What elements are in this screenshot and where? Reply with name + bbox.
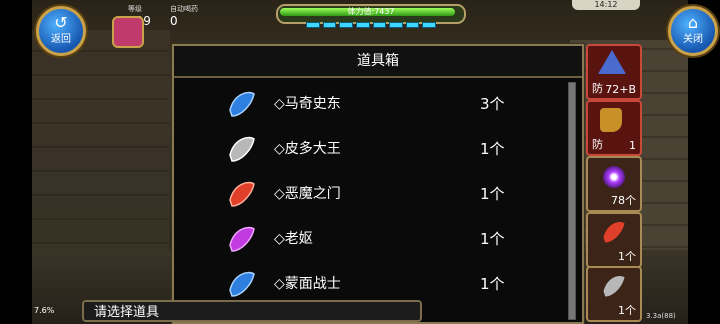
list-item[interactable]: ◇皮多大王 1个 — [186, 127, 566, 172]
auto-potion-display: 自动喝药 0 — [170, 5, 198, 28]
select-item-prompt: 请选择道具 — [82, 300, 422, 322]
home-icon: ⌂ — [687, 13, 699, 32]
boot-icon — [600, 108, 622, 132]
blue-gem-icon — [229, 91, 255, 117]
list-item[interactable]: ◇老妪 1个 — [186, 217, 566, 262]
wizard-hat-icon — [598, 50, 626, 74]
gift-icon[interactable] — [112, 16, 144, 48]
equip-slot-hat[interactable]: 防 72+B — [586, 44, 642, 100]
red-gem-icon — [229, 181, 255, 207]
list-item[interactable]: ◇恶魔之门 1个 — [186, 172, 566, 217]
scrollbar-thumb[interactable] — [569, 83, 575, 319]
purple-gem-icon — [229, 226, 255, 252]
back-arrow-icon: ↺ — [54, 13, 68, 32]
silver-gem-icon — [603, 275, 625, 297]
scrollbar[interactable] — [568, 82, 576, 320]
hp-bar: 体力值:7437 — [276, 4, 466, 24]
clock: 14:12 — [572, 0, 640, 10]
silver-gem-icon — [229, 136, 255, 162]
mp-bar — [306, 22, 436, 28]
blue-gem-icon — [229, 271, 255, 297]
red-gem-icon — [603, 221, 625, 243]
panel-title: 道具箱 — [174, 46, 582, 78]
equip-slot-boot[interactable]: 防 1 — [586, 100, 642, 156]
purple-orb-icon — [603, 166, 625, 188]
list-item[interactable]: ◇马奇史东 3个 — [186, 82, 566, 127]
close-button[interactable]: ⌂ 关闭 — [668, 6, 718, 56]
back-button[interactable]: ↺ 返回 — [36, 6, 86, 56]
exp-percent: 7.6% — [34, 306, 55, 315]
item-slot-red-gem[interactable]: 1个 — [586, 212, 642, 268]
item-list: ◇马奇史东 3个 ◇皮多大王 1个 ◇恶魔之门 1个 ◇老妪 1个 ◇蒙面战士 … — [186, 82, 566, 307]
item-slot-silver-gem[interactable]: 1个 — [586, 266, 642, 322]
item-box-panel: 道具箱 ◇马奇史东 3个 ◇皮多大王 1个 ◇恶魔之门 1个 ◇老妪 1个 ◇蒙… — [172, 44, 584, 324]
item-slot-orb[interactable]: 78个 — [586, 156, 642, 212]
version-label: 3.3a(88) — [646, 312, 676, 320]
left-letterbox — [0, 0, 32, 324]
